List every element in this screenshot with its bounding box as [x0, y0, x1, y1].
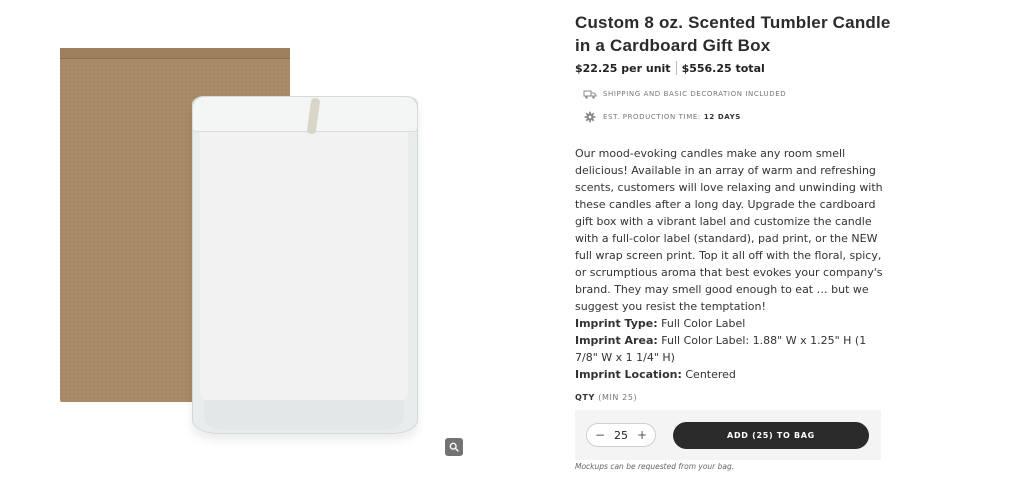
zoom-button[interactable]: [445, 438, 463, 456]
spec-imprint-location-value: Centered: [685, 368, 736, 381]
candle-wax: [200, 126, 408, 402]
quantity-decrement-button[interactable]: −: [595, 429, 605, 441]
tumbler-rim: [192, 96, 418, 132]
spec-imprint-location-label: Imprint Location:: [575, 368, 682, 381]
feature-shipping-text: SHIPPING AND BASIC DECORATION INCLUDED: [603, 90, 787, 98]
quantity-input[interactable]: 25: [614, 429, 628, 442]
quantity-min-text: (MIN 25): [598, 393, 638, 402]
gift-box-lid: [60, 48, 290, 59]
feature-production-text: EST. PRODUCTION TIME:: [603, 113, 701, 121]
product-image-area: [0, 0, 520, 478]
spec-imprint-type-label: Imprint Type:: [575, 317, 658, 330]
price-total: $556.25 total: [681, 61, 765, 75]
spec-imprint-type: Imprint Type: Full Color Label: [575, 315, 887, 332]
magnifier-icon: [449, 442, 459, 452]
price-divider: [675, 61, 677, 75]
gear-icon: [583, 111, 597, 123]
price-row: $22.25 per unit $556.25 total: [575, 61, 765, 75]
quantity-increment-button[interactable]: +: [637, 429, 647, 441]
add-to-bag-button[interactable]: ADD (25) TO BAG: [673, 422, 869, 449]
quantity-stepper: − 25 +: [586, 423, 656, 447]
quantity-label: QTY (MIN 25): [575, 393, 637, 402]
tumbler-base: [204, 400, 404, 430]
spec-imprint-area: Imprint Area: Full Color Label: 1.88" W …: [575, 332, 887, 366]
spec-imprint-type-value: Full Color Label: [661, 317, 746, 330]
spec-imprint-location: Imprint Location: Centered: [575, 366, 887, 383]
spec-imprint-area-label: Imprint Area:: [575, 334, 658, 347]
feature-production-time: EST. PRODUCTION TIME: 12 DAYS: [583, 111, 741, 123]
truck-icon: [583, 88, 597, 100]
product-title: Custom 8 oz. Scented Tumbler Candle in a…: [575, 13, 891, 55]
add-to-bag-panel: − 25 + ADD (25) TO BAG: [575, 410, 881, 460]
product-description: Our mood-evoking candles make any room s…: [575, 147, 883, 313]
feature-shipping: SHIPPING AND BASIC DECORATION INCLUDED: [583, 88, 786, 100]
quantity-label-text: QTY: [575, 393, 595, 402]
price-per-unit: $22.25 per unit: [575, 61, 671, 75]
feature-production-value: 12 DAYS: [703, 113, 741, 121]
mockup-note: Mockups can be requested from your bag.: [575, 462, 735, 471]
